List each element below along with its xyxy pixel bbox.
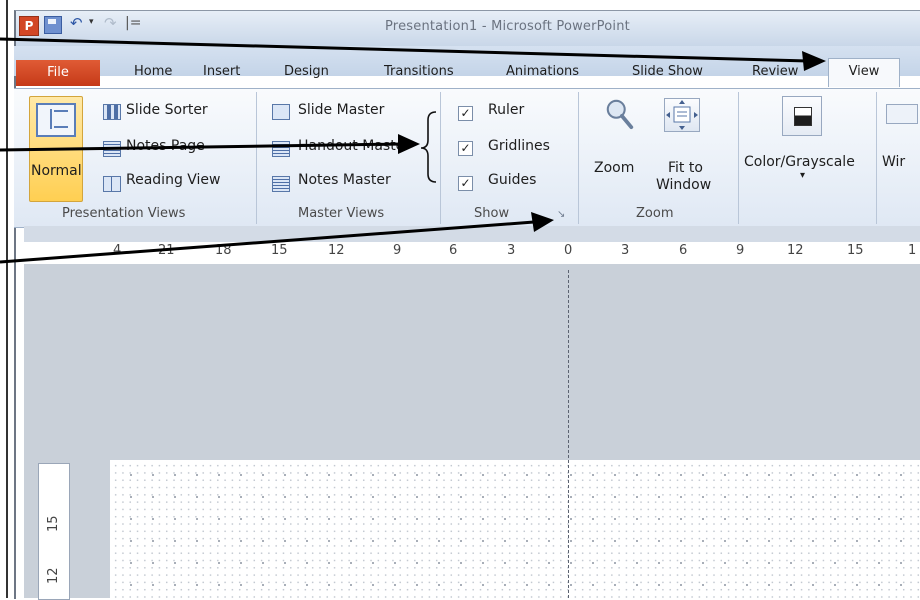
arrow-to-view-tab bbox=[0, 37, 809, 63]
arrowhead-show-launcher bbox=[531, 212, 554, 232]
arrowhead-show-options bbox=[398, 134, 420, 154]
callout-arrows bbox=[0, 37, 826, 264]
arrow-to-show-launcher bbox=[0, 220, 535, 264]
show-group-bracket bbox=[420, 111, 437, 183]
arrow-to-show-options bbox=[0, 142, 403, 152]
arrowhead-view-tab bbox=[802, 51, 826, 71]
